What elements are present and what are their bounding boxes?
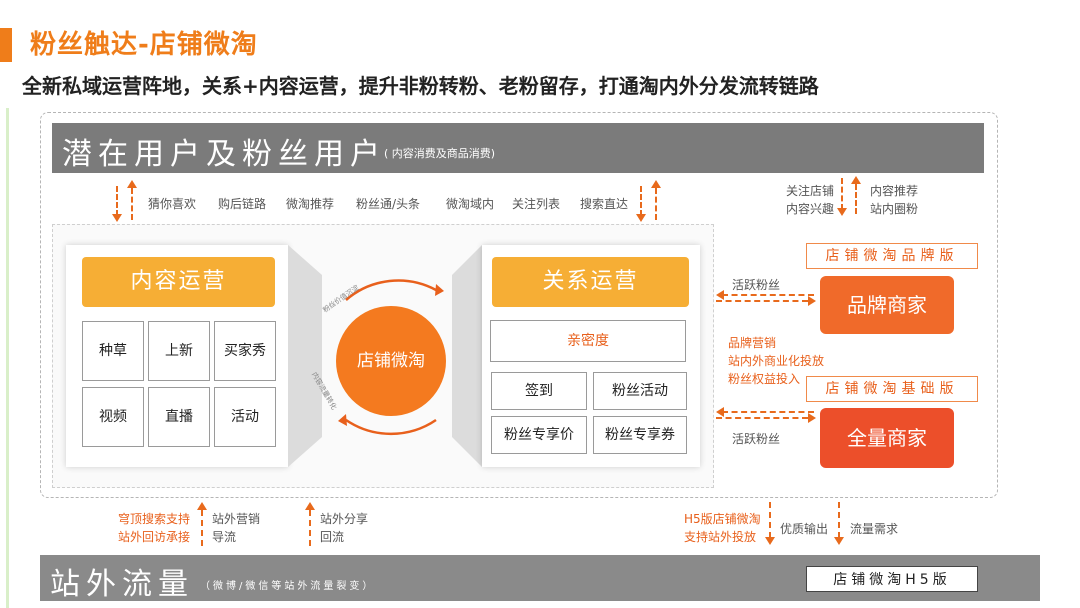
relation-cell: 粉丝专享券 [593,416,687,454]
up-arrowhead [305,502,315,510]
quality-output-label: 优质输出 [780,522,829,536]
top-right-right-text: 内容推荐 站内圈粉 [870,184,919,216]
up-arrow-line [855,184,857,214]
right-arrowhead [808,413,816,423]
top-user-band: 潜在用户及粉丝用户 ( 内容消费及商品消费) [52,123,984,173]
bottom-left-orange-text: 穹顶搜索支持 站外回访承接 [118,512,191,544]
up-arrow-line [655,188,657,220]
up-arrowhead [651,180,661,188]
bottom-left-gray-text: 站外营销 导流 [212,512,261,544]
channel-label: 猜你喜欢 [148,197,197,211]
channel-label: 关注列表 [512,197,561,211]
content-cell: 直播 [148,387,210,447]
bottom-band-title: 站外流量 [50,567,194,602]
down-arrowhead [765,537,775,545]
top-right-left-text: 关注店铺 内容兴趣 [786,184,835,216]
down-arrow-line [838,502,840,538]
center-hub: 店铺微淘 [336,306,446,416]
down-arrowhead [837,208,847,216]
brand-version-label: 店铺微淘品牌版 [806,243,978,269]
content-cell: 活动 [214,387,276,447]
right-arrow-line [716,417,808,419]
title-accent-bar [0,28,12,62]
bottom-right-orange-text: H5版店铺微淘 支持站外投放 [684,512,761,544]
channel-label: 微淘域内 [446,197,495,211]
top-band-title: 潜在用户及粉丝用户 [62,137,386,172]
page-subtitle: 全新私域运营阵地，关系+内容运营，提升非粉转粉、老粉留存，打通淘内外分发流转链路 [22,74,819,98]
active-fans-label: 活跃粉丝 [732,432,781,446]
left-arrow-line [722,294,814,296]
channel-label: 购后链路 [218,197,267,211]
channel-label: 粉丝通/头条 [356,197,421,211]
bottom-mid-gray-text: 站外分享 回流 [320,512,369,544]
all-merchant-box: 全量商家 [820,408,954,468]
right-arrow-line [716,300,808,302]
down-arrowhead [112,214,122,222]
content-ops-title: 内容运营 [82,257,275,307]
up-arrowhead [851,176,861,184]
relation-wide-cell: 亲密度 [490,320,686,362]
down-arrow-line [841,178,843,210]
relation-cell: 粉丝专享价 [491,416,587,454]
content-cell: 买家秀 [214,321,276,381]
content-cell: 种草 [82,321,144,381]
up-arrow-line [131,188,133,220]
content-cell: 视频 [82,387,144,447]
down-arrow-line [116,186,118,216]
relation-ops-bevel [452,245,482,467]
up-arrow-line [201,510,203,546]
top-band-note: ( 内容消费及商品消费) [384,147,496,160]
relation-ops-title: 关系运营 [492,257,689,307]
left-arrow-line [722,411,814,413]
up-arrowhead [197,502,207,510]
h5-version-label: 店铺微淘H5版 [806,566,978,592]
relation-cell: 粉丝活动 [593,372,687,410]
down-arrow-line [640,186,642,216]
channel-label: 搜索直达 [580,197,629,211]
relation-cell: 签到 [491,372,587,410]
right-arrowhead [808,296,816,306]
up-arrowhead [127,180,137,188]
left-accent-line [6,108,9,608]
traffic-demand-label: 流量需求 [850,522,899,536]
channel-label: 微淘推荐 [286,197,335,211]
down-arrow-line [769,502,771,538]
page-title: 粉丝触达-店铺微淘 [30,30,258,60]
brand-merchant-box: 品牌商家 [820,276,954,334]
up-arrow-line [309,510,311,546]
content-cell: 上新 [148,321,210,381]
down-arrowhead [636,214,646,222]
down-arrowhead [834,537,844,545]
active-fans-label: 活跃粉丝 [732,278,781,292]
bottom-band-note: （微博/微信等站外流量裂变） [200,581,376,592]
basic-version-label: 店铺微淘基础版 [806,376,978,402]
